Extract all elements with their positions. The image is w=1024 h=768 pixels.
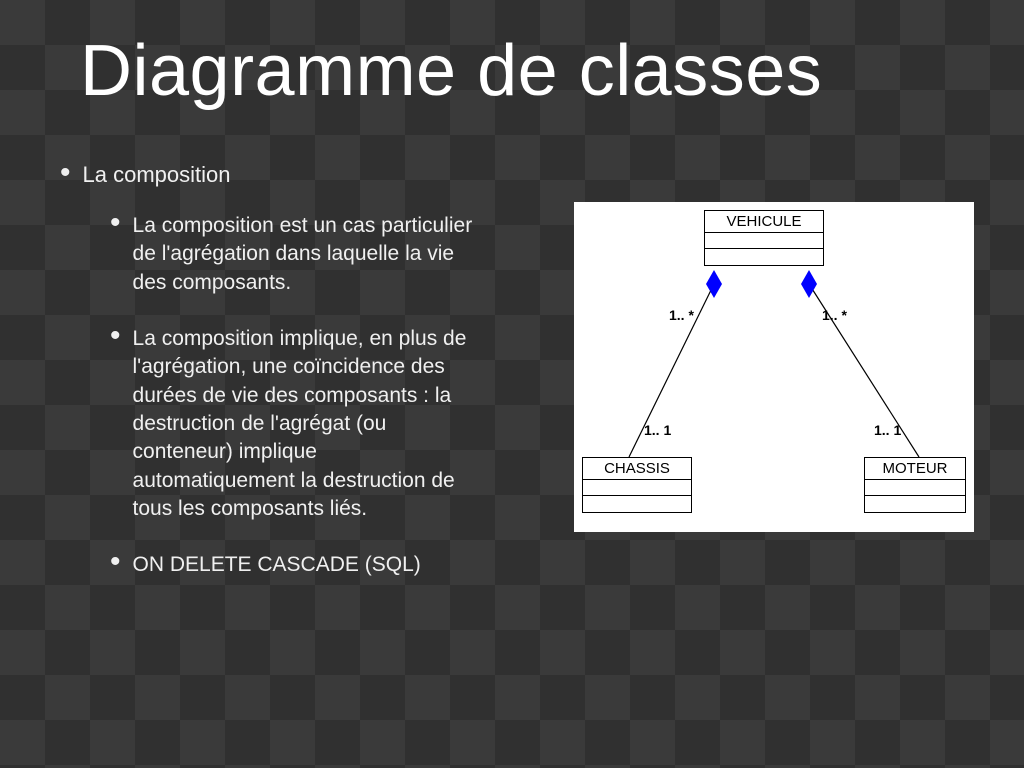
- text-column: • La composition • La composition est un…: [60, 162, 534, 608]
- bullet-l2-text: La composition implique, en plus de l'ag…: [133, 325, 473, 523]
- uml-composition-diagram: VEHICULE CHASSIS MOTEUR 1.. * 1.. * 1.. …: [574, 202, 974, 532]
- uml-class-name: VEHICULE: [705, 211, 823, 233]
- uml-attributes-compartment: [583, 480, 691, 496]
- bullet-dot-icon: •: [110, 212, 121, 297]
- uml-class-name: CHASSIS: [583, 458, 691, 480]
- uml-class-moteur: MOTEUR: [864, 457, 966, 513]
- bullet-dot-icon: •: [110, 551, 121, 579]
- multiplicity-vehicule-chassis: 1.. *: [669, 307, 694, 323]
- bullet-level2: • La composition est un cas particulier …: [110, 212, 534, 297]
- sub-bullets: • La composition est un cas particulier …: [110, 212, 534, 580]
- uml-operations-compartment: [865, 496, 965, 512]
- slide-title: Diagramme de classes: [80, 30, 974, 112]
- uml-class-vehicule: VEHICULE: [704, 210, 824, 266]
- multiplicity-chassis: 1.. 1: [644, 422, 671, 438]
- uml-attributes-compartment: [705, 233, 823, 249]
- bullet-dot-icon: •: [110, 325, 121, 523]
- multiplicity-moteur: 1.. 1: [874, 422, 901, 438]
- bullet-level1: • La composition: [60, 162, 534, 188]
- slide: Diagramme de classes • La composition • …: [0, 0, 1024, 768]
- bullet-l2-text: La composition est un cas particulier de…: [133, 212, 473, 297]
- bullet-level2: • ON DELETE CASCADE (SQL): [110, 551, 534, 579]
- uml-class-name: MOTEUR: [865, 458, 965, 480]
- uml-operations-compartment: [583, 496, 691, 512]
- uml-class-chassis: CHASSIS: [582, 457, 692, 513]
- uml-operations-compartment: [705, 249, 823, 265]
- bullet-l2-text: ON DELETE CASCADE (SQL): [133, 551, 421, 579]
- uml-attributes-compartment: [865, 480, 965, 496]
- multiplicity-vehicule-moteur: 1.. *: [822, 307, 847, 323]
- bullet-dot-icon: •: [60, 162, 71, 188]
- bullet-l1-text: La composition: [83, 162, 231, 188]
- content-row: • La composition • La composition est un…: [60, 162, 974, 608]
- bullet-level2: • La composition implique, en plus de l'…: [110, 325, 534, 523]
